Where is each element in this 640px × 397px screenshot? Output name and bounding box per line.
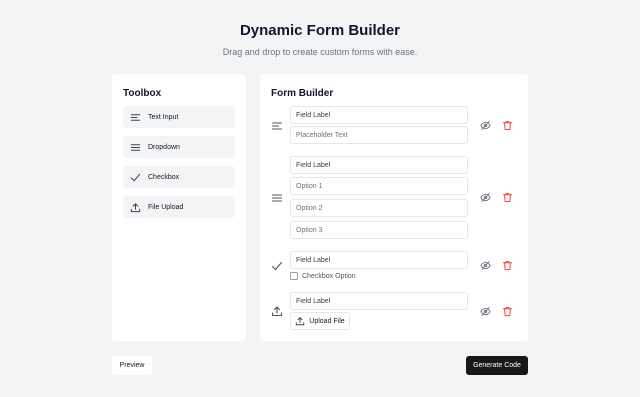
toolbox-item-label: Text Input (148, 113, 179, 121)
toolbox-panel: Toolbox Text Input Dropdown Checkbox Fil… (112, 74, 246, 341)
eye-off-icon[interactable] (480, 260, 491, 271)
form-builder-title: Form Builder (271, 88, 334, 99)
form-builder-panel: Form Builder Field Label Placeholder Tex… (260, 74, 528, 341)
field-label-input[interactable]: Field Label (290, 156, 468, 174)
option-input[interactable]: Option 3 (290, 221, 468, 239)
check-icon[interactable] (271, 260, 283, 272)
upload-icon (296, 317, 305, 326)
upload-icon (130, 202, 141, 212)
upload-icon[interactable] (271, 305, 283, 317)
trash-icon[interactable] (502, 192, 513, 203)
trash-icon[interactable] (502, 260, 513, 271)
align-left-icon[interactable] (271, 120, 283, 132)
check-icon (130, 173, 141, 181)
page-subtitle: Drag and drop to create custom forms wit… (222, 47, 418, 57)
eye-off-icon[interactable] (480, 192, 491, 203)
placeholder-input[interactable]: Placeholder Text (290, 126, 468, 144)
toolbox-item-label: File Upload (148, 203, 184, 211)
toolbox-item-checkbox[interactable]: Checkbox (123, 166, 235, 188)
toolbox-item-text-input[interactable]: Text Input (123, 106, 235, 128)
menu-icon[interactable] (271, 192, 283, 204)
preview-button[interactable]: Preview (112, 356, 152, 375)
toolbox-title: Toolbox (123, 88, 162, 99)
option-input[interactable]: Option 2 (290, 199, 468, 217)
eye-off-icon[interactable] (480, 306, 491, 317)
toolbox-item-file-upload[interactable]: File Upload (123, 196, 235, 218)
upload-file-label: Upload File (309, 317, 345, 325)
align-left-icon (130, 113, 141, 121)
checkbox-label: Checkbox Option (302, 272, 356, 280)
checkbox-option[interactable]: Checkbox Option (290, 272, 356, 280)
upload-file-button[interactable]: Upload File (290, 312, 350, 330)
toolbox-item-label: Checkbox (148, 173, 180, 181)
generate-code-button[interactable]: Generate Code (466, 356, 528, 375)
page-title: Dynamic Form Builder (239, 22, 401, 39)
field-label-input[interactable]: Field Label (290, 106, 468, 124)
trash-icon[interactable] (502, 306, 513, 317)
option-input[interactable]: Option 1 (290, 177, 468, 195)
field-label-input[interactable]: Field Label (290, 292, 468, 310)
toolbox-item-label: Dropdown (148, 143, 180, 151)
checkbox[interactable] (290, 272, 298, 280)
toolbox-item-dropdown[interactable]: Dropdown (123, 136, 235, 158)
eye-off-icon[interactable] (480, 120, 491, 131)
menu-icon (130, 143, 141, 151)
trash-icon[interactable] (502, 120, 513, 131)
field-label-input[interactable]: Field Label (290, 251, 468, 269)
